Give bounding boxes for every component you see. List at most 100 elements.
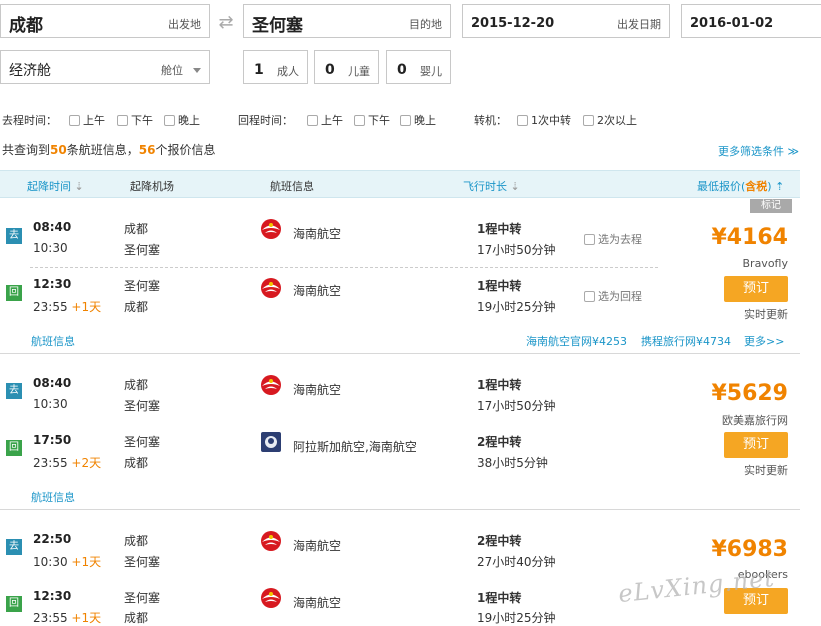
outbound-dep-airport: 成都	[124, 378, 149, 392]
outbound-airline: 海南航空	[293, 383, 342, 397]
select-return-option[interactable]: 选为回程	[584, 288, 642, 304]
return-morning-option[interactable]: 上午	[307, 112, 343, 128]
return-duration: 19小时25分钟	[477, 611, 556, 625]
outbound-afternoon-option[interactable]: 下午	[117, 112, 153, 128]
infants-field[interactable]: 0 婴儿	[386, 50, 451, 84]
update-status: 实时更新	[744, 464, 788, 477]
depart-date-field[interactable]: 2015-12-20 出发日期	[462, 4, 670, 38]
outbound-duration: 27小时40分钟	[477, 555, 556, 569]
return-dep-time: 12:30	[33, 277, 72, 291]
price: ¥5629	[711, 381, 788, 406]
return-tag: 回	[6, 440, 22, 456]
return-duration: 38小时5分钟	[477, 456, 548, 470]
children-hint: 儿童	[348, 65, 370, 78]
outbound-arr-time: 10:30	[33, 397, 68, 411]
other-price-link[interactable]: 携程旅行网¥4734	[641, 333, 731, 349]
adults-field[interactable]: 1 成人	[243, 50, 308, 84]
more-prices-link[interactable]: 更多>>	[744, 333, 784, 349]
checkbox[interactable]	[584, 234, 595, 245]
from-field[interactable]: 成都 出发地	[0, 4, 210, 38]
transfer-label: 转机：	[474, 114, 507, 127]
children-count: 0	[325, 62, 335, 78]
select-outbound-option[interactable]: 选为去程	[584, 231, 642, 247]
checkbox[interactable]	[307, 115, 318, 126]
checkbox[interactable]	[584, 291, 595, 302]
update-status: 实时更新	[744, 308, 788, 321]
outbound-time-label: 去程时间：	[2, 114, 57, 127]
price: ¥4164	[711, 225, 788, 250]
return-arr-airport: 成都	[124, 456, 149, 470]
to-field[interactable]: 圣何塞 目的地	[243, 4, 451, 38]
adults-hint: 成人	[277, 65, 299, 78]
outbound-airline: 海南航空	[293, 539, 342, 553]
quote-count: 56	[138, 143, 156, 157]
result-2: 去 08:40 10:30 成都 圣何塞 海南航空 1程中转 17小时50分钟 …	[0, 354, 800, 508]
checkbox[interactable]	[517, 115, 528, 126]
return-date-field[interactable]: 2016-01-02	[681, 4, 821, 38]
outbound-arr-airport: 圣何塞	[124, 399, 161, 413]
outbound-tag: 去	[6, 539, 22, 555]
outbound-dep-airport: 成都	[124, 222, 149, 236]
from-hint: 出发地	[168, 18, 201, 31]
two-plus-stops-option[interactable]: 2次以上	[583, 112, 637, 128]
outbound-dep-time: 08:40	[33, 376, 72, 390]
to-city: 圣何塞	[252, 16, 303, 36]
flight-info-link[interactable]: 航班信息	[31, 333, 75, 349]
checkbox[interactable]	[354, 115, 365, 126]
header-flight: 航班信息	[270, 180, 314, 193]
infants-hint: 婴儿	[420, 65, 442, 78]
book-button[interactable]: 预订	[724, 276, 788, 302]
return-stops: 1程中转	[477, 279, 522, 293]
outbound-tag: 去	[6, 228, 22, 244]
return-arr-time: 23:55 +2天	[33, 456, 102, 470]
return-dep-time: 17:50	[33, 433, 72, 447]
return-stops: 2程中转	[477, 435, 522, 449]
cabin-hint: 舱位	[161, 64, 183, 77]
hainan-airlines-logo-icon	[261, 278, 281, 298]
mark-badge[interactable]: 标记	[750, 199, 792, 213]
return-dep-airport: 圣何塞	[124, 435, 161, 449]
sort-by-time[interactable]: 起降时间 ⇣	[27, 178, 84, 194]
checkbox[interactable]	[69, 115, 80, 126]
checkbox[interactable]	[164, 115, 175, 126]
outbound-stops: 1程中转	[477, 378, 522, 392]
return-arr-airport: 成都	[124, 611, 149, 625]
return-afternoon-option[interactable]: 下午	[354, 112, 390, 128]
outbound-duration: 17小时50分钟	[477, 243, 556, 257]
return-airline: 海南航空	[293, 596, 342, 610]
hainan-airlines-logo-icon	[261, 375, 281, 395]
from-city: 成都	[9, 16, 43, 36]
sort-by-duration[interactable]: 飞行时长 ⇣	[463, 178, 520, 194]
checkbox[interactable]	[583, 115, 594, 126]
outbound-duration: 17小时50分钟	[477, 399, 556, 413]
cabin-value: 经济舱	[9, 63, 51, 79]
more-filters-link[interactable]: 更多筛选条件 ≫	[718, 143, 799, 159]
result-summary: 共查询到50条航班信息，56个报价信息	[2, 143, 216, 157]
children-field[interactable]: 0 儿童	[314, 50, 379, 84]
agent-name: Bravofly	[742, 257, 789, 270]
other-price-link[interactable]: 海南航空官网¥4253	[526, 333, 627, 349]
depart-date: 2015-12-20	[471, 16, 555, 31]
swap-cities-icon[interactable]: ⇄	[214, 12, 238, 33]
return-arr-airport: 成都	[124, 300, 149, 314]
one-stop-option[interactable]: 1次中转	[517, 112, 571, 128]
checkbox[interactable]	[400, 115, 411, 126]
sort-by-price[interactable]: 最低报价(含税) ⇡	[697, 178, 784, 194]
return-dep-airport: 圣何塞	[124, 591, 161, 605]
flight-info-link[interactable]: 航班信息	[31, 489, 75, 505]
outbound-stops: 1程中转	[477, 222, 522, 236]
book-button[interactable]: 预订	[724, 432, 788, 458]
price: ¥6983	[711, 537, 788, 562]
outbound-morning-option[interactable]: 上午	[69, 112, 105, 128]
return-arr-time: 23:55 +1天	[33, 611, 102, 625]
hainan-airlines-logo-icon	[261, 219, 281, 239]
checkbox[interactable]	[117, 115, 128, 126]
outbound-dep-airport: 成都	[124, 534, 149, 548]
return-evening-option[interactable]: 晚上	[400, 112, 436, 128]
outbound-evening-option[interactable]: 晚上	[164, 112, 200, 128]
depart-date-hint: 出发日期	[617, 18, 661, 31]
results-table-header: 起降时间 ⇣ 起降机场 航班信息 飞行时长 ⇣ 最低报价(含税) ⇡	[0, 170, 800, 198]
outbound-dep-time: 08:40	[33, 220, 72, 234]
cabin-select[interactable]: 经济舱 舱位	[0, 50, 210, 84]
return-dep-time: 12:30	[33, 589, 72, 603]
